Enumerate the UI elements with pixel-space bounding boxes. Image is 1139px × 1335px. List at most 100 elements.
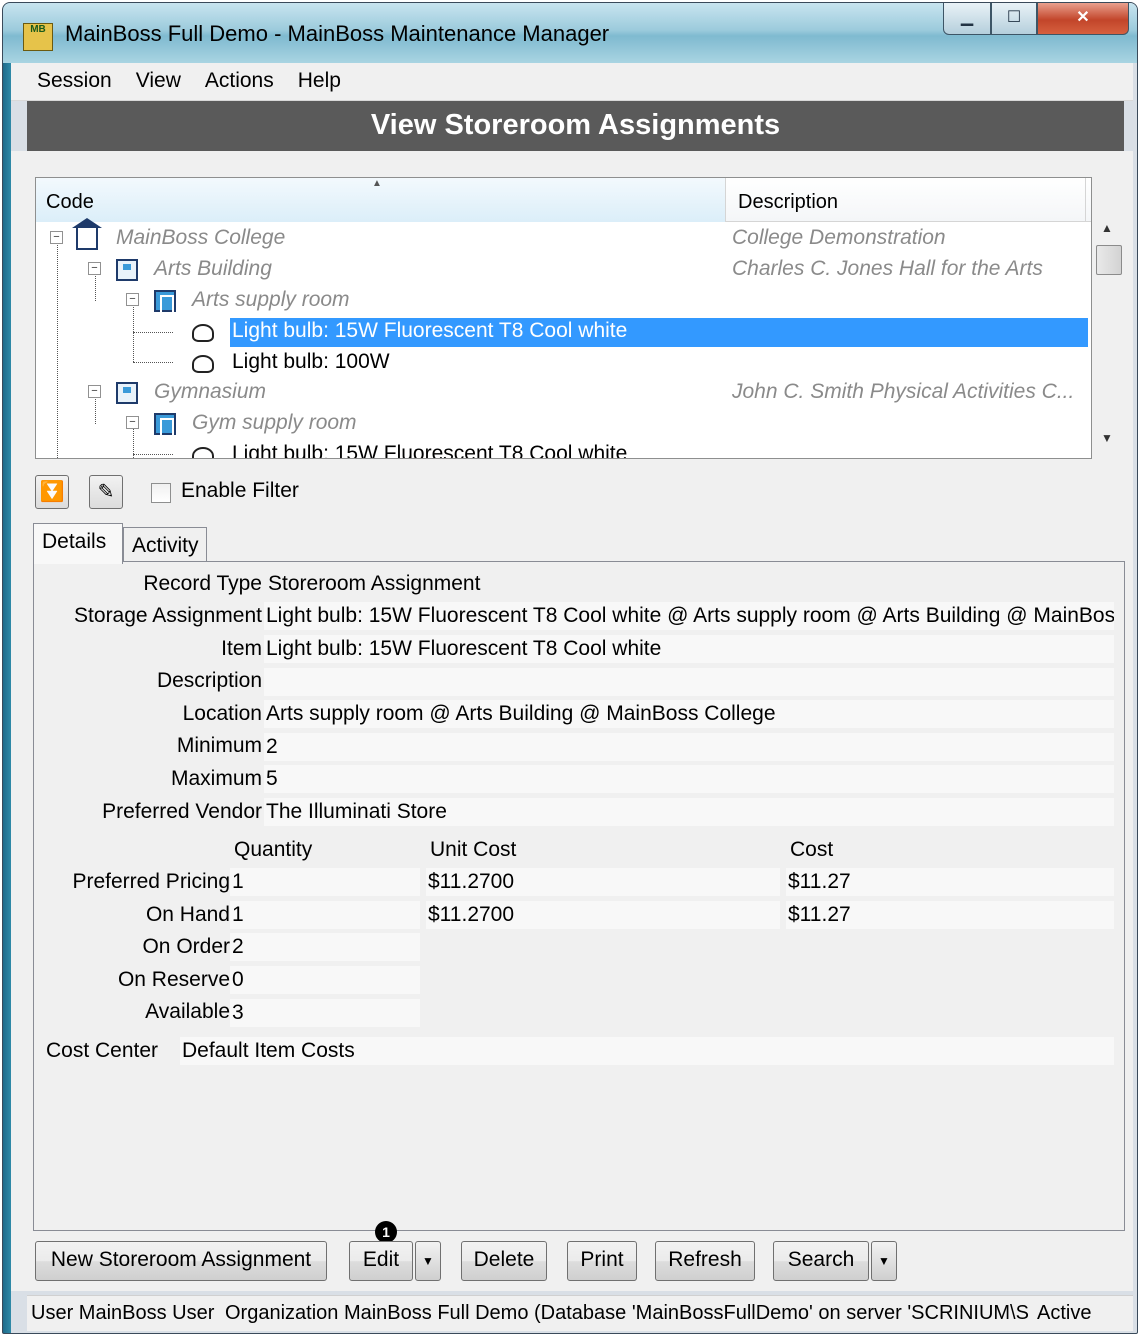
close-button[interactable]: ✕ (1037, 3, 1129, 35)
on-hand-label: On Hand (145, 903, 230, 926)
tab-activity-label: Activity (132, 534, 199, 557)
tree-row[interactable]: − Arts supply room (36, 286, 1088, 316)
minimum-label: Minimum (176, 734, 262, 757)
storage-assignment-value: Light bulb: 15W Fluorescent T8 Cool whit… (264, 602, 1114, 630)
details-panel: Record Type Storeroom Assignment Storage… (33, 561, 1125, 1231)
available-value: 3 (230, 999, 420, 1027)
tree-row-label: Arts Building (154, 257, 272, 280)
cost-center-value: Default Item Costs (180, 1037, 1114, 1065)
refresh-button[interactable]: Refresh (655, 1241, 755, 1281)
window-title: MainBoss Full Demo - MainBoss Maintenanc… (65, 21, 610, 46)
tree-row-label: MainBoss College (116, 226, 286, 249)
chevron-down-icon: ▼ (878, 1254, 890, 1268)
tree-row-description: John C. Smith Physical Activities C... (732, 380, 1075, 403)
tree-row-selected[interactable]: Light bulb: 15W Fluorescent T8 Cool whit… (36, 317, 1088, 347)
item-icon (192, 324, 214, 342)
scroll-up-icon[interactable]: ▲ (1101, 221, 1113, 235)
column-code[interactable]: Code ▲ (36, 178, 726, 222)
enable-filter-label[interactable]: Enable Filter (181, 479, 299, 503)
tree-row-label: Light bulb: 100W (232, 350, 390, 373)
double-chevron-down-icon: ⏬ (39, 481, 65, 503)
edit-button[interactable]: Edit (349, 1241, 413, 1281)
preferred-vendor-value: The Illuminati Store (264, 798, 1114, 826)
item-icon (192, 355, 214, 373)
menu-help[interactable]: Help (286, 63, 353, 93)
customize-view-button[interactable]: ✎ (89, 475, 123, 509)
tree-row-description: College Demonstration (732, 226, 946, 249)
tree-row-description: Charles C. Jones Hall for the Arts (732, 257, 1043, 280)
menu-actions[interactable]: Actions (193, 63, 286, 93)
tree-view[interactable]: Code ▲ Description − MainBoss College Col… (35, 177, 1092, 459)
record-type-value: Storeroom Assignment (268, 572, 481, 595)
unit-cost-column-header: Unit Cost (430, 838, 517, 861)
location-label: Location (182, 702, 262, 725)
print-button[interactable]: Print (567, 1241, 637, 1281)
collapse-icon[interactable]: − (126, 416, 139, 429)
storeroom-icon (154, 290, 176, 312)
on-hand-quantity: 1 (230, 901, 420, 929)
storeroom-icon (154, 413, 176, 435)
column-code-label: Code (46, 191, 94, 213)
available-label: Available (145, 1000, 230, 1023)
scroll-thumb[interactable] (1096, 245, 1122, 275)
tree-row[interactable]: − MainBoss College College Demonstration (36, 218, 1088, 254)
on-order-label: On Order (142, 935, 230, 958)
delete-button[interactable]: Delete (461, 1241, 547, 1281)
on-reserve-value: 0 (230, 966, 420, 994)
minimum-value: 2 (264, 733, 1114, 761)
item-value: Light bulb: 15W Fluorescent T8 Cool whit… (264, 635, 1114, 663)
sort-ascending-icon: ▲ (372, 178, 382, 189)
search-button[interactable]: Search (773, 1241, 869, 1281)
search-dropdown-button[interactable]: ▼ (871, 1241, 897, 1281)
cost-column-header: Cost (790, 838, 834, 861)
app-window: MB MainBoss Full Demo - MainBoss Mainten… (2, 2, 1138, 1334)
minimize-button[interactable]: ▁ (943, 3, 991, 35)
tree-row[interactable]: Light bulb: 15W Fluorescent T8 Cool whit… (36, 440, 1088, 458)
edit-dropdown-button[interactable]: ▼ (415, 1241, 441, 1281)
cost-center-label: Cost Center (46, 1039, 159, 1062)
new-storeroom-assignment-button[interactable]: New Storeroom Assignment (35, 1241, 327, 1281)
menu-session[interactable]: Session (11, 63, 124, 93)
description-value (264, 668, 1114, 696)
tree-row[interactable]: − Arts Building Charles C. Jones Hall fo… (36, 255, 1088, 285)
enable-filter-checkbox[interactable] (151, 483, 171, 503)
menu-view[interactable]: View (124, 63, 193, 93)
tree-row[interactable]: − Gym supply room (36, 409, 1088, 439)
collapse-icon[interactable]: − (50, 231, 63, 244)
collapse-icon[interactable]: − (88, 385, 101, 398)
preferred-pricing-unit-cost: $11.2700 (426, 868, 780, 896)
menu-bar: Session View Actions Help (11, 63, 1133, 101)
chevron-down-icon: ▼ (422, 1254, 434, 1268)
pencil-icon: ✎ (97, 481, 115, 503)
tree-row[interactable]: − Gymnasium John C. Smith Physical Activ… (36, 378, 1088, 408)
column-description[interactable]: Description (726, 178, 1086, 222)
tab-activity[interactable]: Activity (123, 527, 207, 563)
record-type-label: Record Type (143, 572, 262, 595)
preferred-vendor-label: Preferred Vendor (102, 800, 262, 823)
scroll-down-icon[interactable]: ▼ (1101, 431, 1113, 445)
item-icon (192, 447, 214, 458)
storage-assignment-label: Storage Assignment (74, 604, 262, 627)
preferred-pricing-label: Preferred Pricing (72, 870, 230, 893)
tree-scrollbar[interactable]: ▲ ▼ (1093, 221, 1125, 458)
status-organization: Organization MainBoss Full Demo (Databas… (225, 1302, 1029, 1324)
tree-row-label: Gym supply room (192, 411, 357, 434)
tree-row[interactable]: Light bulb: 100W (36, 348, 1088, 378)
preferred-pricing-cost: $11.27 (786, 868, 1114, 896)
on-reserve-label: On Reserve (117, 968, 230, 991)
tree-row-label: Arts supply room (192, 288, 350, 311)
tree-header: Code ▲ Description (36, 178, 1091, 222)
quantity-column-header: Quantity (234, 838, 313, 861)
on-hand-cost: $11.27 (786, 901, 1114, 929)
on-hand-unit-cost: $11.2700 (426, 901, 780, 929)
title-bar[interactable]: MB MainBoss Full Demo - MainBoss Mainten… (3, 3, 1137, 63)
building-icon (116, 382, 138, 404)
expand-details-button[interactable]: ⏬ (35, 475, 69, 509)
status-bar: User MainBoss User Organization MainBoss… (27, 1295, 1133, 1331)
collapse-icon[interactable]: − (126, 293, 139, 306)
maximize-button[interactable]: ☐ (991, 3, 1037, 35)
preferred-pricing-quantity: 1 (230, 868, 420, 896)
tab-details[interactable]: Details (33, 523, 123, 564)
item-label: Item (221, 637, 262, 660)
collapse-icon[interactable]: − (88, 262, 101, 275)
